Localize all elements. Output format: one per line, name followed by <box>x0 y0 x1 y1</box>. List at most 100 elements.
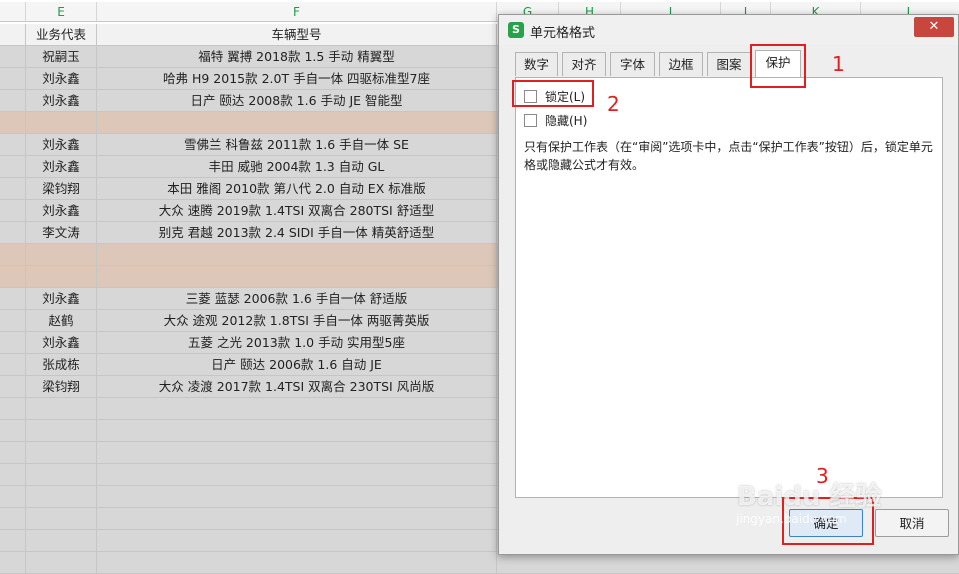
annotation-box-lock-option <box>512 80 594 107</box>
model-cell[interactable] <box>97 508 497 530</box>
agent-cell[interactable] <box>26 552 97 574</box>
cell-rest[interactable] <box>497 552 959 574</box>
agent-cell[interactable] <box>26 530 97 552</box>
column-header-blank[interactable] <box>0 2 26 22</box>
tab-font[interactable]: 字体 <box>610 52 655 76</box>
dialog-titlebar[interactable]: S 单元格格式 ✕ <box>499 15 958 45</box>
agent-cell[interactable] <box>26 420 97 442</box>
cell-a[interactable] <box>0 200 26 222</box>
agent-cell[interactable]: 梁钧翔 <box>26 376 97 398</box>
cell-a[interactable] <box>0 552 26 574</box>
cell-a[interactable] <box>0 508 26 530</box>
cell-a[interactable] <box>0 442 26 464</box>
hide-label[interactable]: 隐藏(H) <box>545 114 587 128</box>
model-cell[interactable] <box>97 464 497 486</box>
agent-cell[interactable] <box>26 486 97 508</box>
cell-a[interactable] <box>0 376 26 398</box>
agent-cell[interactable]: 赵鹤 <box>26 310 97 332</box>
model-cell[interactable] <box>97 398 497 420</box>
model-cell[interactable] <box>97 112 497 134</box>
model-cell[interactable] <box>97 442 497 464</box>
column-header-f[interactable]: F <box>97 2 497 22</box>
model-cell[interactable] <box>97 244 497 266</box>
cell-a[interactable] <box>0 24 26 46</box>
tab-alignment[interactable]: 对齐 <box>562 52 606 76</box>
annotation-number-1: 1 <box>832 52 845 76</box>
model-cell[interactable]: 丰田 威驰 2004款 1.3 自动 GL <box>97 156 497 178</box>
agent-cell[interactable] <box>26 244 97 266</box>
protection-panel: 锁定(L) 隐藏(H) 只有保护工作表（在“审阅”选项卡中，点击“保护工作表”按… <box>515 77 943 498</box>
wps-app-icon: S <box>508 22 524 38</box>
cell-a[interactable] <box>0 354 26 376</box>
agent-cell[interactable]: 刘永鑫 <box>26 332 97 354</box>
tab-border[interactable]: 边框 <box>659 52 703 76</box>
agent-cell[interactable]: 刘永鑫 <box>26 200 97 222</box>
cell-a[interactable] <box>0 244 26 266</box>
agent-cell[interactable]: 刘永鑫 <box>26 68 97 90</box>
model-cell[interactable]: 三菱 蓝瑟 2006款 1.6 手自一体 舒适版 <box>97 288 497 310</box>
agent-cell[interactable] <box>26 464 97 486</box>
model-cell[interactable]: 大众 凌渡 2017款 1.4TSI 双离合 230TSI 风尚版 <box>97 376 497 398</box>
cancel-button[interactable]: 取消 <box>875 509 949 537</box>
cell-a[interactable] <box>0 90 26 112</box>
cell-a[interactable] <box>0 288 26 310</box>
model-cell[interactable]: 五菱 之光 2013款 1.0 手动 实用型5座 <box>97 332 497 354</box>
model-cell[interactable] <box>97 266 497 288</box>
header-agent[interactable]: 业务代表 <box>26 24 97 46</box>
baidu-watermark: Baidu 经验 <box>737 482 882 512</box>
cell-a[interactable] <box>0 398 26 420</box>
agent-cell[interactable]: 李文涛 <box>26 222 97 244</box>
model-cell[interactable]: 本田 雅阁 2010款 第八代 2.0 自动 EX 标准版 <box>97 178 497 200</box>
tab-number[interactable]: 数字 <box>515 52 558 76</box>
annotation-number-2: 2 <box>607 92 620 116</box>
cell-a[interactable] <box>0 530 26 552</box>
agent-cell[interactable] <box>26 112 97 134</box>
agent-cell[interactable]: 祝嗣玉 <box>26 46 97 68</box>
cell-a[interactable] <box>0 332 26 354</box>
cell-a[interactable] <box>0 222 26 244</box>
dialog-title: 单元格格式 <box>530 26 596 41</box>
cell-a[interactable] <box>0 310 26 332</box>
model-cell[interactable]: 大众 速腾 2019款 1.4TSI 双离合 280TSI 舒适型 <box>97 200 497 222</box>
cell-a[interactable] <box>0 156 26 178</box>
model-cell[interactable]: 日产 颐达 2008款 1.6 手动 JE 智能型 <box>97 90 497 112</box>
agent-cell[interactable]: 刘永鑫 <box>26 134 97 156</box>
model-cell[interactable] <box>97 552 497 574</box>
cell-a[interactable] <box>0 266 26 288</box>
hide-option[interactable]: 隐藏(H) <box>524 112 587 130</box>
protection-description: 只有保护工作表（在“审阅”选项卡中，点击“保护工作表”按钮）后，锁定单元格或隐藏… <box>524 140 933 172</box>
cell-a[interactable] <box>0 112 26 134</box>
model-cell[interactable] <box>97 486 497 508</box>
cell-a[interactable] <box>0 420 26 442</box>
header-model[interactable]: 车辆型号 <box>97 24 497 46</box>
agent-cell[interactable]: 张成栋 <box>26 354 97 376</box>
cell-a[interactable] <box>0 46 26 68</box>
model-cell[interactable]: 日产 颐达 2006款 1.6 自动 JE <box>97 354 497 376</box>
cell-a[interactable] <box>0 178 26 200</box>
agent-cell[interactable]: 刘永鑫 <box>26 90 97 112</box>
agent-cell[interactable] <box>26 442 97 464</box>
close-button[interactable]: ✕ <box>914 17 954 37</box>
agent-cell[interactable] <box>26 266 97 288</box>
tab-pattern[interactable]: 图案 <box>707 52 751 76</box>
model-cell[interactable]: 哈弗 H9 2015款 2.0T 手自一体 四驱标准型7座 <box>97 68 497 90</box>
model-cell[interactable]: 大众 途观 2012款 1.8TSI 手自一体 两驱菁英版 <box>97 310 497 332</box>
cell-a[interactable] <box>0 464 26 486</box>
model-cell[interactable] <box>97 420 497 442</box>
cell-a[interactable] <box>0 134 26 156</box>
hide-checkbox[interactable] <box>524 114 537 127</box>
model-cell[interactable]: 福特 翼搏 2018款 1.5 手动 精翼型 <box>97 46 497 68</box>
model-cell[interactable]: 别克 君越 2013款 2.4 SIDI 手自一体 精英舒适型 <box>97 222 497 244</box>
cell-a[interactable] <box>0 68 26 90</box>
model-cell[interactable]: 雪佛兰 科鲁兹 2011款 1.6 手自一体 SE <box>97 134 497 156</box>
model-cell[interactable] <box>97 530 497 552</box>
agent-cell[interactable] <box>26 398 97 420</box>
agent-cell[interactable] <box>26 508 97 530</box>
agent-cell[interactable]: 梁钧翔 <box>26 178 97 200</box>
table-row <box>0 552 959 574</box>
agent-cell[interactable]: 刘永鑫 <box>26 288 97 310</box>
column-header-e[interactable]: E <box>26 2 97 22</box>
tab-protection[interactable]: 保护 <box>755 50 801 77</box>
agent-cell[interactable]: 刘永鑫 <box>26 156 97 178</box>
cell-a[interactable] <box>0 486 26 508</box>
